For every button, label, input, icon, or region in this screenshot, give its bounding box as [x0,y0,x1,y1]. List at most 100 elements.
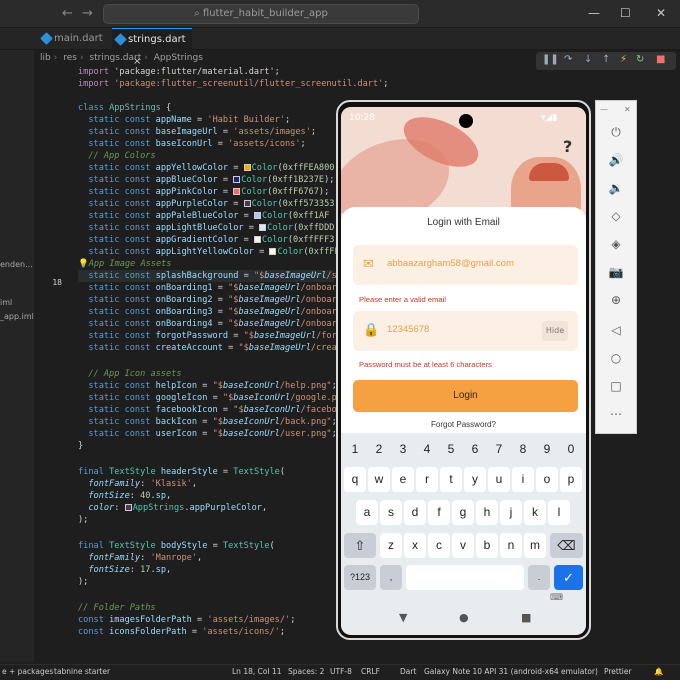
volume-down-icon[interactable]: 🔉 [596,181,636,195]
command-center-search[interactable]: ⌕ flutter_habit_builder_app [103,4,419,24]
breadcrumb-item[interactable]: AppStrings [154,53,203,63]
tab-strings-dart[interactable]: strings.dart × [112,28,192,67]
key-0[interactable]: 0 [560,437,582,462]
help-icon[interactable]: ? [563,137,572,156]
close-window-button[interactable]: ✕ [656,6,666,20]
back-arrow-icon[interactable]: ← [62,6,73,21]
code-line: fontFamily: 'Klasik', [88,479,198,489]
symbols-key[interactable]: ?123 [344,565,376,590]
breadcrumb-item[interactable]: res [63,53,77,63]
key-b[interactable]: b [476,533,498,558]
key-q[interactable]: q [344,467,366,492]
key-i[interactable]: i [512,467,534,492]
camera-icon[interactable]: 📷 [596,265,636,279]
more-icon[interactable]: ⋯ [596,407,636,421]
forward-arrow-icon[interactable]: → [82,6,93,21]
step-into-icon[interactable]: ↓ [584,54,592,65]
zoom-icon[interactable]: ⊕ [596,293,636,307]
explorer-item[interactable]: _app.iml [0,312,34,321]
step-over-icon[interactable]: ↷ [564,54,572,65]
status-packages[interactable]: e + packages [2,667,53,676]
notifications-icon[interactable]: 🔔 [654,667,663,676]
explorer-item[interactable]: iml [0,298,12,307]
password-field[interactable]: 🔒 12345678 Hide [353,311,578,351]
key-l[interactable]: l [548,500,570,525]
key-7[interactable]: 7 [488,437,510,462]
forgot-password-link[interactable]: Forgot Password? [341,420,586,429]
key-k[interactable]: k [524,500,546,525]
close-emulator-icon[interactable]: ✕ [624,105,631,114]
overview-icon[interactable]: □ [596,379,636,393]
stop-icon[interactable]: ■ [656,54,665,65]
home-icon[interactable]: ○ [596,351,636,365]
key-6[interactable]: 6 [464,437,486,462]
key-2[interactable]: 2 [368,437,390,462]
key-9[interactable]: 9 [536,437,558,462]
rotate-left-icon[interactable]: ◇ [596,209,636,223]
status-cursor-position[interactable]: Ln 18, Col 11 [232,667,281,676]
key-1[interactable]: 1 [344,437,366,462]
key-w[interactable]: w [368,467,390,492]
key-v[interactable]: v [452,533,474,558]
pause-icon[interactable]: ❚❚ [542,54,559,65]
key-5[interactable]: 5 [440,437,462,462]
space-key[interactable] [406,565,524,590]
key-m[interactable]: m [524,533,546,558]
email-field[interactable]: ✉ abbaazargham58@gmail.com [353,245,578,285]
key-n[interactable]: n [500,533,522,558]
shift-key[interactable]: ⇧ [344,533,376,558]
tab-main-dart[interactable]: main.dart [38,28,104,50]
key-8[interactable]: 8 [512,437,534,462]
breadcrumb-item[interactable]: strings.dart [89,53,141,63]
status-encoding[interactable]: UTF-8 [330,667,352,676]
key-u[interactable]: u [488,467,510,492]
key-x[interactable]: x [404,533,426,558]
key-g[interactable]: g [452,500,474,525]
volume-up-icon[interactable]: 🔊 [596,153,636,167]
minimize-button[interactable]: — [588,6,600,20]
key-c[interactable]: c [428,533,450,558]
key-3[interactable]: 3 [392,437,414,462]
hide-password-button[interactable]: Hide [542,321,568,341]
key-s[interactable]: s [380,500,402,525]
maximize-button[interactable]: ☐ [620,6,631,20]
key-o[interactable]: o [536,467,558,492]
key-h[interactable]: h [476,500,498,525]
status-prettier[interactable]: Prettier [604,667,632,676]
key-j[interactable]: j [500,500,522,525]
key-r[interactable]: r [416,467,438,492]
explorer-item[interactable]: enden... [0,260,33,269]
lightbulb-icon[interactable]: 💡 [78,259,89,269]
nav-recents-icon[interactable]: ■ [521,611,531,624]
collapse-icon[interactable]: — [600,105,608,114]
nav-home-icon[interactable]: ● [459,611,469,624]
hot-reload-icon[interactable]: ⚡ [620,54,627,65]
key-z[interactable]: z [380,533,402,558]
key-4[interactable]: 4 [416,437,438,462]
key-d[interactable]: d [404,500,426,525]
nav-back-icon[interactable]: ▼ [399,611,407,624]
breadcrumb-item[interactable]: lib [40,53,51,63]
key-f[interactable]: f [428,500,450,525]
status-device[interactable]: Galaxy Note 10 API 31 (android-x64 emula… [424,667,598,676]
keyboard-hide-icon[interactable]: ⌨ [550,593,563,603]
back-icon[interactable]: ◁ [596,323,636,337]
login-button[interactable]: Login [353,380,578,412]
comma-key[interactable]: , [380,565,402,590]
status-eol[interactable]: CRLF [361,667,380,676]
rotate-right-icon[interactable]: ◈ [596,237,636,251]
key-p[interactable]: p [560,467,582,492]
step-out-icon[interactable]: ↑ [602,54,610,65]
key-y[interactable]: y [464,467,486,492]
key-e[interactable]: e [392,467,414,492]
key-t[interactable]: t [440,467,462,492]
backspace-key[interactable]: ⌫ [550,533,583,558]
period-key[interactable]: . [528,565,550,590]
status-indentation[interactable]: Spaces: 2 [288,667,324,676]
power-icon[interactable]: ⏻ [596,125,636,140]
key-a[interactable]: a [356,500,378,525]
status-tabnine[interactable]: tabnine starter [54,667,110,676]
enter-key[interactable]: ✓ [554,565,583,590]
status-language[interactable]: Dart [400,667,416,676]
restart-icon[interactable]: ↻ [636,54,644,65]
